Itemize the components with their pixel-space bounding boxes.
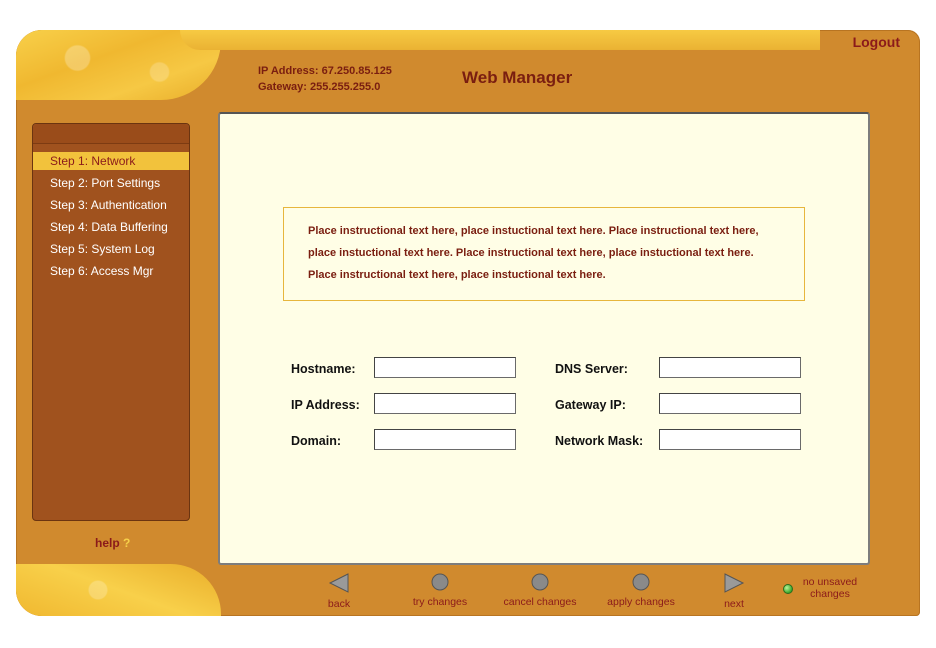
logout-link[interactable]: Logout xyxy=(820,34,900,52)
network-mask-label: Network Mask: xyxy=(555,434,644,448)
help-link[interactable]: help ? xyxy=(95,536,130,550)
instructions-line-2: place instuctional text here. Place inst… xyxy=(308,247,754,259)
sidebar-item-access-mgr[interactable]: Step 6: Access Mgr xyxy=(33,262,189,284)
network-mask-field[interactable] xyxy=(659,429,801,450)
ip-address-info: IP Address: 67.250.85.125 xyxy=(258,65,392,77)
gateway-ip-label: Gateway IP: xyxy=(555,398,626,412)
instructions-box: Place instructional text here, place ins… xyxy=(283,207,805,301)
try-changes-label: try changes xyxy=(412,596,468,608)
sidebar-header xyxy=(33,124,189,144)
apply-changes-label: apply changes xyxy=(607,596,675,608)
sidebar-item-system-log[interactable]: Step 5: System Log xyxy=(33,240,189,262)
sidebar: Step 1: Network Step 2: Port Settings St… xyxy=(32,123,190,521)
instructions-line-1: Place instructional text here, place ins… xyxy=(308,225,759,237)
next-arrow-icon xyxy=(724,573,745,593)
hostname-label: Hostname: xyxy=(291,362,356,376)
next-button[interactable]: next xyxy=(714,572,754,610)
ip-address-label: IP Address: xyxy=(291,398,360,412)
try-changes-button[interactable]: try changes xyxy=(405,572,475,608)
sidebar-item-data-buffering[interactable]: Step 4: Data Buffering xyxy=(33,218,189,240)
header-strip xyxy=(180,30,820,50)
help-question-icon: ? xyxy=(123,536,131,550)
main-content: Place instructional text here, place ins… xyxy=(218,112,870,565)
instructions-line-3: Place instructional text here, place ins… xyxy=(308,269,606,281)
dns-server-label: DNS Server: xyxy=(555,362,628,376)
back-label: back xyxy=(327,598,351,610)
try-circle-icon xyxy=(431,573,449,591)
sidebar-item-port-settings[interactable]: Step 2: Port Settings xyxy=(33,174,189,196)
connection-info: IP Address: 67.250.85.125 Gateway: 255.2… xyxy=(258,63,392,95)
cancel-changes-button[interactable]: cancel changes xyxy=(498,572,582,608)
sidebar-item-network[interactable]: Step 1: Network xyxy=(33,152,189,170)
help-label: help xyxy=(95,536,120,550)
footer-decoration xyxy=(16,564,221,616)
hostname-field[interactable] xyxy=(374,357,516,378)
back-arrow-icon xyxy=(328,573,349,593)
status-label: no unsaved changes xyxy=(802,576,858,600)
status-led-icon xyxy=(783,584,793,594)
app-title: Web Manager xyxy=(462,68,573,87)
cancel-changes-label: cancel changes xyxy=(503,596,577,608)
apply-circle-icon xyxy=(632,573,650,591)
save-status: no unsaved changes xyxy=(783,576,863,600)
gateway-info: Gateway: 255.255.255.0 xyxy=(258,81,381,93)
apply-changes-button[interactable]: apply changes xyxy=(602,572,680,608)
gateway-ip-field[interactable] xyxy=(659,393,801,414)
back-button[interactable]: back xyxy=(318,572,360,610)
domain-label: Domain: xyxy=(291,434,341,448)
cancel-circle-icon xyxy=(531,573,549,591)
ip-address-field[interactable] xyxy=(374,393,516,414)
sidebar-item-authentication[interactable]: Step 3: Authentication xyxy=(33,196,189,218)
dns-server-field[interactable] xyxy=(659,357,801,378)
sidebar-nav: Step 1: Network Step 2: Port Settings St… xyxy=(33,152,189,284)
next-label: next xyxy=(724,598,744,610)
domain-field[interactable] xyxy=(374,429,516,450)
